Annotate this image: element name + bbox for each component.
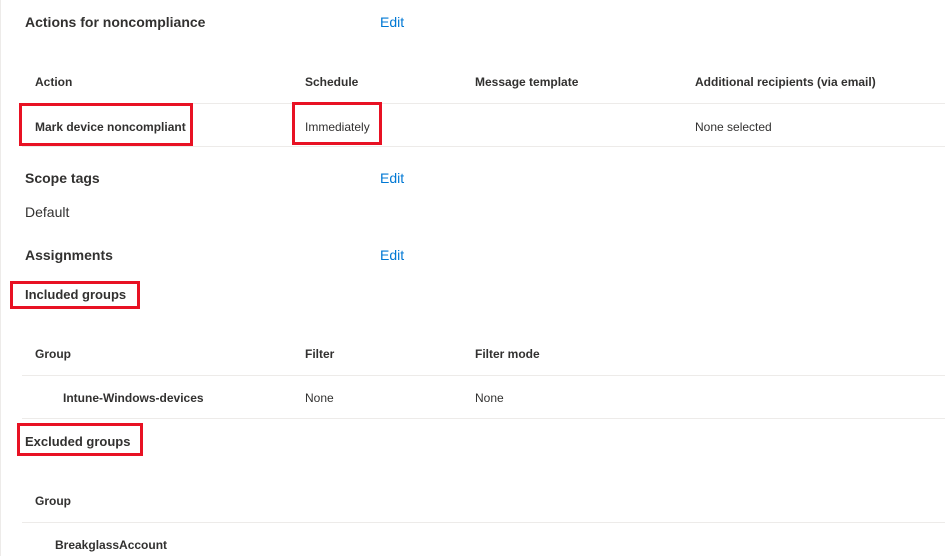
column-header-additional-recipients: Additional recipients (via email) [695,75,876,89]
highlight-box-excluded-groups [17,423,143,456]
assignments-title: Assignments [25,247,113,263]
column-header-schedule: Schedule [305,75,359,89]
column-header-action: Action [35,75,73,89]
included-group-filter: None [305,391,334,405]
table-divider [22,146,945,147]
scope-tags-edit-link[interactable]: Edit [380,170,404,186]
row-recipients: None selected [695,120,772,134]
table-divider [22,418,945,419]
noncompliance-edit-link[interactable]: Edit [380,14,404,30]
highlight-box-schedule [292,102,382,145]
included-group-filter-mode: None [475,391,504,405]
column-header-filter-mode: Filter mode [475,347,540,361]
scope-tags-title: Scope tags [25,170,100,186]
column-header-filter: Filter [305,347,335,361]
noncompliance-section-title: Actions for noncompliance [25,14,206,30]
highlight-box-included-groups [10,281,140,309]
left-panel-border [0,0,1,556]
table-divider [22,375,945,376]
column-header-message-template: Message template [475,75,579,89]
table-divider [22,522,945,523]
included-group-name: Intune-Windows-devices [63,391,204,405]
column-header-group: Group [35,347,71,361]
scope-tag-value: Default [25,204,70,220]
highlight-box-action [19,103,193,146]
assignments-edit-link[interactable]: Edit [380,247,404,263]
excluded-group-name: BreakglassAccount [55,538,168,552]
excluded-column-header-group: Group [35,494,71,508]
